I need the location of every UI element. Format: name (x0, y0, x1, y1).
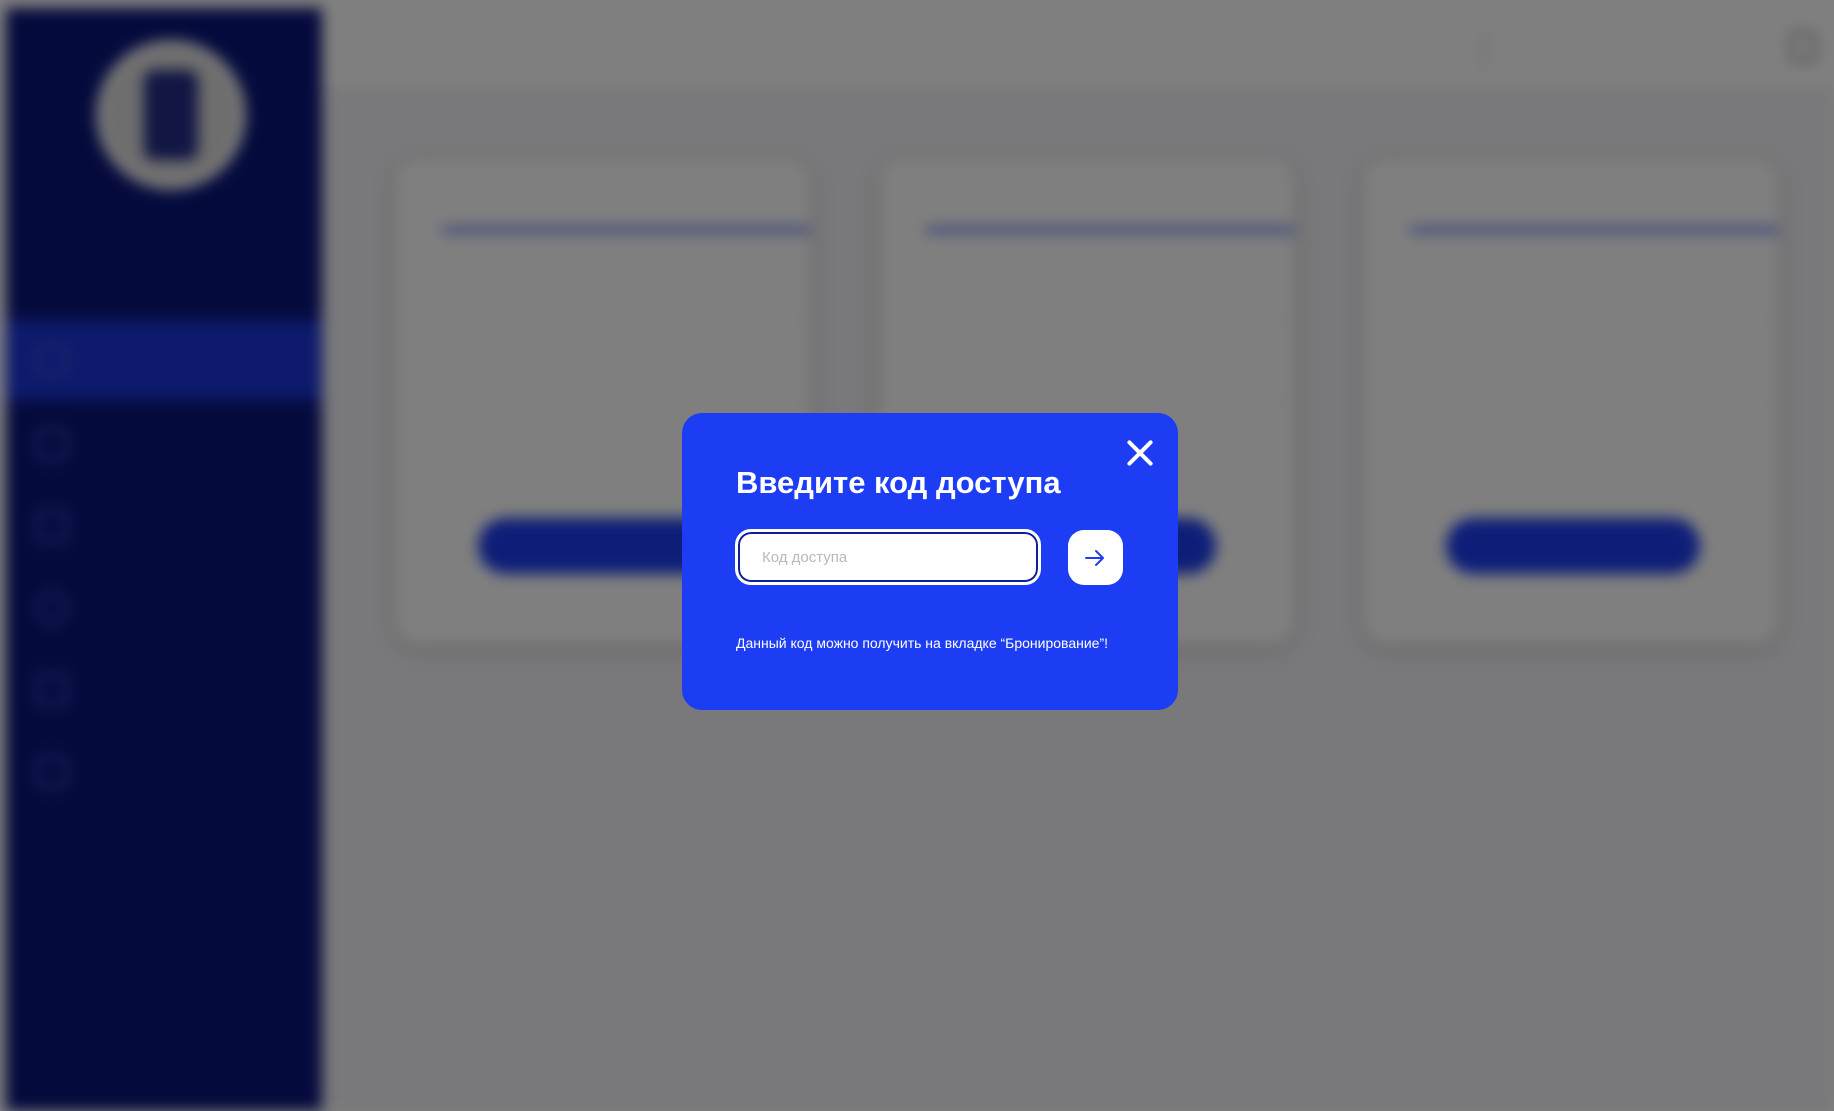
app-root: Введите код доступа Данный код можно пол… (0, 0, 1834, 1111)
close-icon[interactable] (1120, 433, 1160, 473)
arrow-right-icon (1085, 550, 1104, 566)
access-code-input[interactable] (735, 529, 1041, 585)
modal-hint: Данный код можно получить на вкладке “Бр… (736, 635, 1108, 651)
submit-button[interactable] (1068, 530, 1123, 585)
modal-title: Введите код доступа (736, 465, 1061, 500)
access-code-modal: Введите код доступа Данный код можно пол… (682, 413, 1178, 710)
